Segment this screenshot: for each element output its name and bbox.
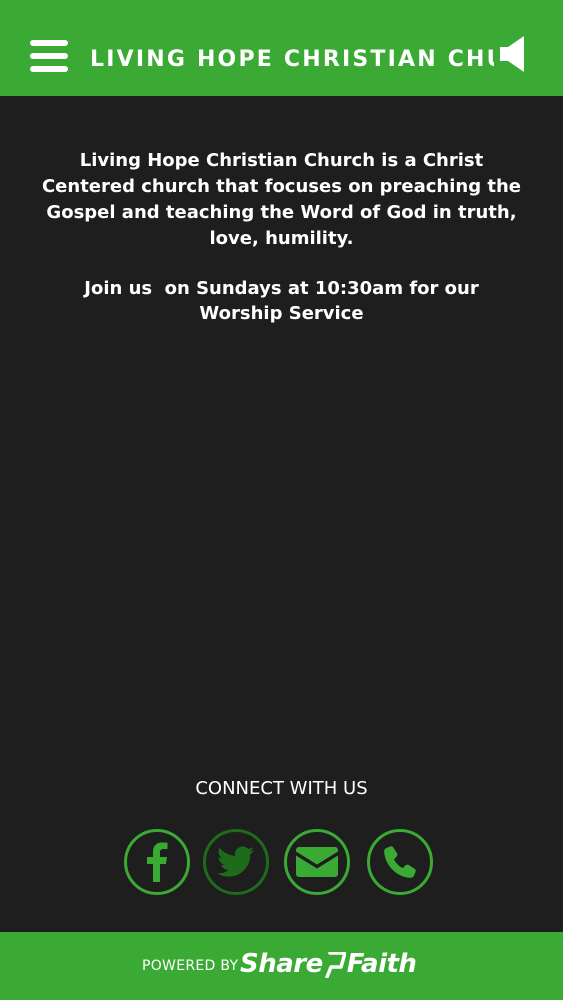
twitter-button[interactable] (203, 829, 269, 895)
main-content: Living Hope Christian Church is a Christ… (0, 148, 563, 326)
menu-line (30, 66, 68, 72)
menu-line (30, 40, 68, 46)
footer-bar: POWERED BY Share Faith (0, 932, 563, 1000)
phone-button[interactable] (367, 829, 433, 895)
church-description: Living Hope Christian Church is a Christ… (41, 150, 522, 249)
logo-flag-icon (325, 951, 346, 978)
menu-line (30, 53, 68, 59)
powered-by-label: POWERED BY (142, 958, 239, 974)
facebook-button[interactable] (124, 829, 190, 895)
connect-heading: CONNECT WITH US (195, 778, 368, 799)
service-times: Join us on Sundays at 10:30am for our Wo… (84, 278, 486, 324)
logo-text-faith: Faith (346, 949, 417, 979)
site-title-container: LIVING HOPE CHRISTIAN CHURCH (90, 44, 494, 76)
email-icon (296, 847, 338, 877)
hamburger-menu-icon[interactable] (30, 40, 70, 74)
phone-icon (384, 846, 416, 878)
speaker-icon[interactable] (498, 34, 528, 74)
logo-text-share: Share (240, 949, 323, 979)
email-button[interactable] (284, 829, 350, 895)
social-links (0, 829, 563, 899)
twitter-icon (217, 846, 254, 877)
facebook-icon (147, 842, 168, 882)
sharefaith-logo[interactable]: Share Faith (240, 948, 417, 980)
header-bar: LIVING HOPE CHRISTIAN CHURCH (0, 0, 563, 96)
site-title[interactable]: LIVING HOPE CHRISTIAN CHURCH (90, 47, 494, 72)
app-root: LIVING HOPE CHRISTIAN CHURCH Living Hope… (0, 0, 563, 1000)
